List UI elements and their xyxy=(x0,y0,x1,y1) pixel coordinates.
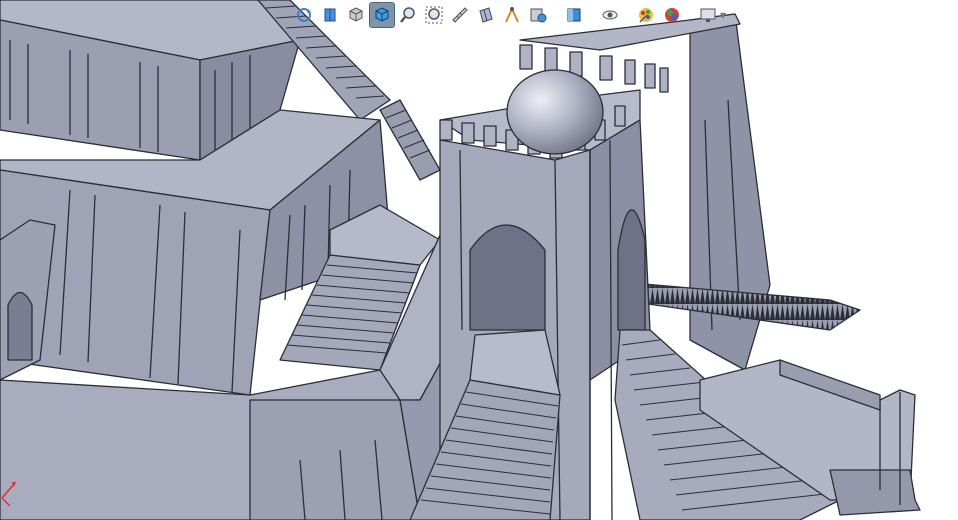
zoom-area-button[interactable] xyxy=(422,3,446,27)
section-plane-button[interactable] xyxy=(474,3,498,27)
apply-scene-button[interactable] xyxy=(660,3,684,27)
castle-3d-model[interactable] xyxy=(0,0,958,520)
view-settings-icon xyxy=(530,8,547,23)
heads-up-view-toolbar: ▼ xyxy=(292,2,726,28)
view-settings-button[interactable] xyxy=(526,3,550,27)
display-style-cube-icon xyxy=(349,7,363,22)
apply-scene-icon xyxy=(665,8,679,22)
analysis-tool-button[interactable] xyxy=(500,3,524,27)
display-pane-button[interactable] xyxy=(696,3,720,27)
coordinate-triad-icon xyxy=(1,482,16,507)
zoom-icon xyxy=(400,7,415,23)
section-view-icon xyxy=(324,8,336,22)
display-pane-monitor-icon xyxy=(700,8,716,22)
standard-views-icon xyxy=(567,8,581,22)
measure-button[interactable] xyxy=(448,3,472,27)
tower-dome xyxy=(506,69,604,155)
edit-appearance-icon xyxy=(639,8,653,23)
rotate-view-icon xyxy=(297,8,311,22)
section-view-button[interactable] xyxy=(318,3,342,27)
view-orientation-cube-icon xyxy=(375,7,389,22)
rotate-view-button[interactable] xyxy=(292,3,316,27)
standard-views-button[interactable] xyxy=(562,3,586,27)
zoom-area-icon xyxy=(425,6,443,24)
measure-icon xyxy=(452,7,468,23)
view-orientation-button[interactable] xyxy=(369,2,395,28)
display-style-button[interactable] xyxy=(344,3,368,27)
edit-appearance-button[interactable] xyxy=(634,3,658,27)
analysis-tool-icon xyxy=(505,6,519,23)
tower-archway xyxy=(469,224,546,331)
graphics-viewport[interactable]: ▼ xyxy=(0,0,958,520)
hide-show-eye-icon xyxy=(602,10,618,20)
hide-show-button[interactable] xyxy=(598,3,622,27)
zoom-button[interactable] xyxy=(396,3,420,27)
chevron-down-icon[interactable]: ▼ xyxy=(720,11,726,20)
section-plane-icon xyxy=(479,7,493,23)
